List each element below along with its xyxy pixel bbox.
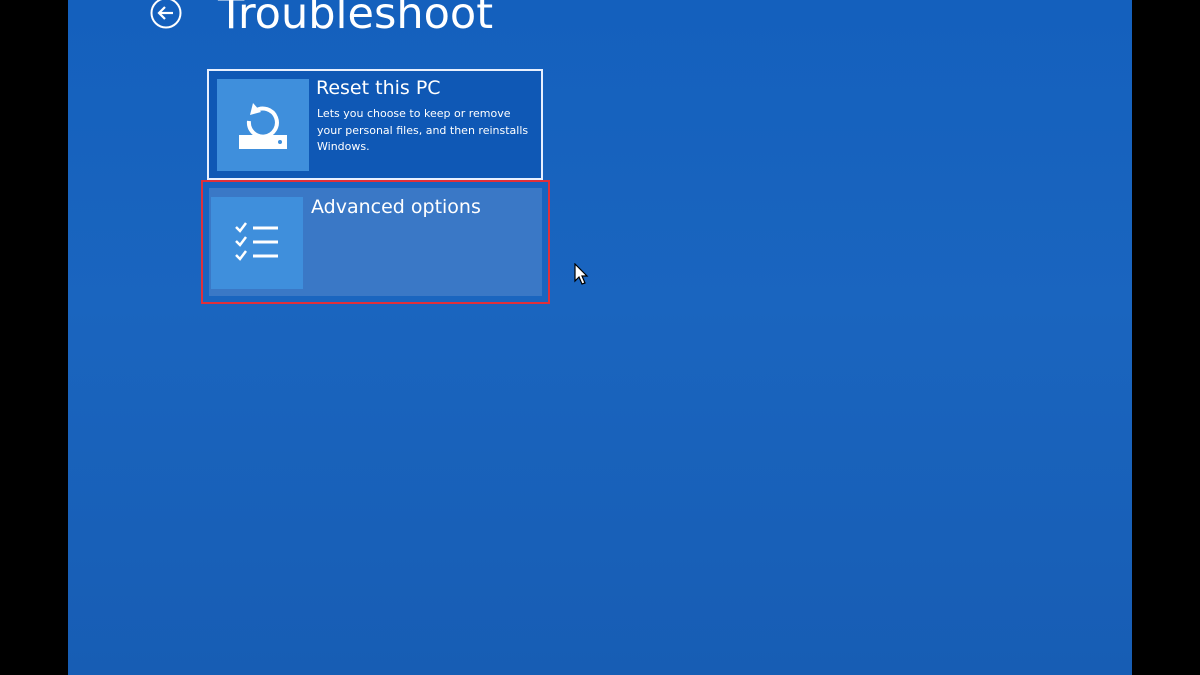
reset-pc-icon bbox=[217, 79, 309, 171]
reset-this-pc-tile[interactable]: Reset this PC Lets you choose to keep or… bbox=[207, 69, 543, 180]
advanced-options-tile[interactable]: Advanced options bbox=[201, 180, 550, 304]
back-button[interactable] bbox=[150, 0, 182, 29]
page-title: Troubleshoot bbox=[218, 0, 494, 39]
back-arrow-circle-icon bbox=[150, 0, 182, 29]
tile-body: Advanced options bbox=[209, 188, 542, 296]
tile-title: Advanced options bbox=[311, 196, 481, 218]
tile-description: Lets you choose to keep or remove your p… bbox=[317, 107, 529, 153]
tile-title: Reset this PC bbox=[316, 77, 441, 99]
checklist-icon bbox=[211, 197, 303, 289]
recovery-screen: Troubleshoot Reset this PC Lets you choo… bbox=[68, 0, 1132, 675]
mouse-pointer-icon bbox=[574, 263, 589, 285]
